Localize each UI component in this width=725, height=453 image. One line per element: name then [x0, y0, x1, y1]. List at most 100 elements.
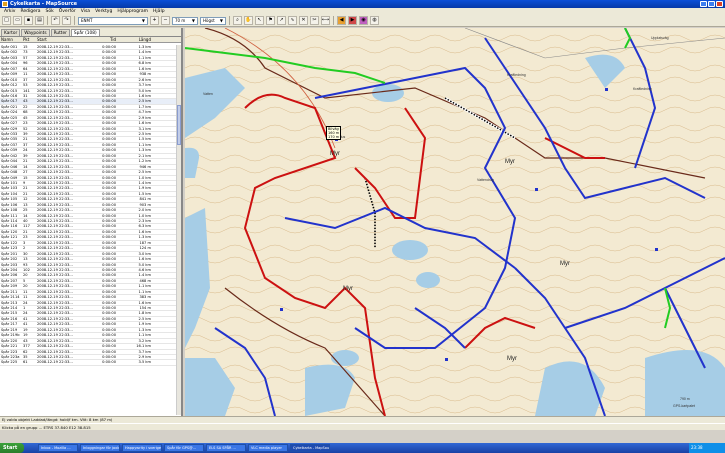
window-title: Cykelkarta - MapSource — [10, 1, 78, 7]
maximize-button[interactable] — [708, 1, 715, 7]
table-cell-pts: 21 — [23, 137, 28, 142]
track-color-swatch — [153, 311, 175, 315]
map-detail-select[interactable]: Högst ▼ — [200, 16, 226, 25]
map-copyright: GPS-kartpalet — [673, 404, 695, 408]
taskbar-task-button[interactable]: ELS SA SPÅR ... — [206, 444, 246, 452]
table-cell-name: Spår 204 — [1, 267, 18, 272]
column-header-length[interactable]: Längd — [118, 37, 153, 42]
track-color-swatch — [153, 50, 175, 54]
menu-edit[interactable]: Redigera — [20, 8, 40, 15]
table-cell-time: 0:00:00 — [102, 83, 116, 88]
house-icon — [605, 88, 608, 91]
receive-from-device-icon[interactable]: ◀ — [337, 16, 346, 25]
taskbar-task-button[interactable]: Spår för GPS@... — [164, 444, 204, 452]
column-header-points[interactable]: Pkt — [22, 37, 36, 42]
divide-tool-icon[interactable]: ✂ — [310, 16, 319, 25]
table-row[interactable]: Spår 225 61 2008-12-19 22:33... 0:00:00 3.5 … — [0, 360, 178, 366]
tab-maps[interactable]: Kartor — [1, 29, 21, 36]
menu-tools[interactable]: Verktyg — [95, 8, 112, 15]
taskbar-task-button[interactable]: Happywrity i sverige ... — [122, 444, 162, 452]
table-cell-name: Spår 114 — [1, 219, 18, 223]
table-cell-len: 6.3 km — [138, 224, 151, 229]
zoom-scale-select[interactable]: 70 m ▼ — [172, 16, 198, 25]
measure-tool-icon[interactable]: ⟷ — [321, 16, 330, 25]
table-cell-start: 2008-12-19 22:33... — [37, 219, 73, 223]
save-icon[interactable]: ▪ — [24, 16, 33, 25]
erase-tool-icon[interactable]: ✕ — [299, 16, 308, 25]
zoom-in-icon[interactable]: + — [150, 16, 159, 25]
table-cell-pts: 12 — [23, 197, 28, 202]
menu-file[interactable]: Arkiv — [4, 8, 15, 15]
table-cell-name: Spår 201 — [1, 251, 18, 256]
table-cell-len: 1.1 km — [138, 289, 151, 294]
house-icon — [280, 308, 283, 311]
table-cell-pts: 15 — [23, 175, 28, 180]
route-tool-icon[interactable]: ↗ — [277, 16, 286, 25]
redo-icon[interactable]: ↷ — [62, 16, 71, 25]
menu-utilities[interactable]: Hjälpprogram — [117, 8, 148, 15]
track-color-swatch — [153, 197, 175, 201]
google-earth-icon[interactable]: ◍ — [370, 16, 379, 25]
track-color-swatch — [153, 273, 175, 277]
table-cell-len: 1.6 km — [138, 93, 151, 98]
column-header-start[interactable]: Start — [36, 37, 86, 42]
minimize-button[interactable] — [700, 1, 707, 7]
zoom-out-icon[interactable]: − — [161, 16, 170, 25]
send-to-device-icon[interactable]: ▶ — [348, 16, 357, 25]
waypoint-tool-icon[interactable]: ⚑ — [266, 16, 275, 25]
track-color-swatch — [153, 301, 175, 305]
table-cell-pts: 21 — [23, 191, 28, 196]
table-cell-pts: 52 — [23, 126, 28, 131]
track-color-swatch — [153, 230, 175, 234]
print-icon[interactable]: ▤ — [35, 16, 44, 25]
taskbar-task-button[interactable]: VLC media player — [248, 444, 288, 452]
track-color-swatch — [153, 127, 175, 131]
table-cell-start: 2008-12-19 22:33... — [37, 137, 73, 142]
menu-view[interactable]: Visa — [81, 8, 90, 15]
new-file-icon[interactable]: □ — [2, 16, 11, 25]
start-button[interactable]: Start — [0, 443, 24, 453]
map-view[interactable]: Myr Myr Myr Myr Myr Vattendrag Upplatsvä… — [185, 28, 725, 416]
taskbar-task-button[interactable]: Inloggningar för joxler... — [80, 444, 120, 452]
track-tool-icon[interactable]: ∿ — [288, 16, 297, 25]
column-header-extra[interactable] — [153, 37, 175, 42]
table-cell-start: 2008-12-19 22:33... — [37, 115, 73, 120]
title-bar: Cykelkarta - MapSource — [0, 0, 725, 8]
track-color-swatch — [153, 143, 175, 147]
column-header-name[interactable]: Namn — [0, 37, 22, 42]
track-list-scrollbar[interactable] — [176, 45, 181, 415]
map-tooltip: Bilväg 160 m 170 m — [326, 126, 342, 140]
table-cell-pts: 11 — [23, 289, 28, 294]
menu-transfer[interactable]: Överför — [59, 8, 76, 15]
column-header-time[interactable]: Tid — [86, 37, 118, 42]
table-cell-pts: 40 — [23, 219, 28, 223]
table-cell-pts: 35 — [23, 354, 28, 359]
hand-tool-icon[interactable]: ✋ — [244, 16, 253, 25]
table-cell-name: Spår 213 — [1, 300, 18, 305]
table-cell-time: 0:00:00 — [102, 262, 116, 267]
undo-icon[interactable]: ↶ — [51, 16, 60, 25]
tab-routes[interactable]: Rutter — [50, 29, 70, 36]
track-color-swatch — [153, 165, 175, 169]
realtime-gps-icon[interactable]: ◉ — [359, 16, 368, 25]
taskbar-task-button[interactable]: Inbox - Mozilla ... — [38, 444, 78, 452]
table-cell-name: Spår 025 — [1, 115, 18, 120]
map-product-select[interactable]: ENMT ▼ — [78, 16, 148, 25]
close-button[interactable] — [716, 1, 723, 7]
lake — [372, 84, 404, 102]
table-cell-pts: 61 — [23, 360, 28, 365]
table-cell-time: 0:00:00 — [102, 175, 116, 180]
zoom-tool-icon[interactable]: ⌕ — [233, 16, 242, 25]
select-tool-icon[interactable]: ↖ — [255, 16, 264, 25]
track-list[interactable]: Spår 001 15 2008-12-19 22:33... 0:00:00 1.3 … — [0, 45, 178, 415]
tab-tracks[interactable]: Spår (108) — [70, 29, 100, 36]
taskbar-task-button[interactable]: Cykelkarta - MapSour... — [290, 444, 330, 452]
menu-help[interactable]: Hjälp — [153, 8, 165, 15]
map-canvas[interactable]: Myr Myr Myr Myr Myr Vattendrag Upplatsvä… — [185, 28, 725, 416]
menu-search[interactable]: Sök — [46, 8, 54, 15]
scrollbar-thumb[interactable] — [177, 105, 181, 145]
open-file-icon[interactable]: ▭ — [13, 16, 22, 25]
track-color-swatch — [153, 72, 175, 76]
tab-waypoints[interactable]: Waypoints — [21, 29, 50, 36]
table-cell-start: 2008-12-19 22:33... — [37, 289, 73, 294]
